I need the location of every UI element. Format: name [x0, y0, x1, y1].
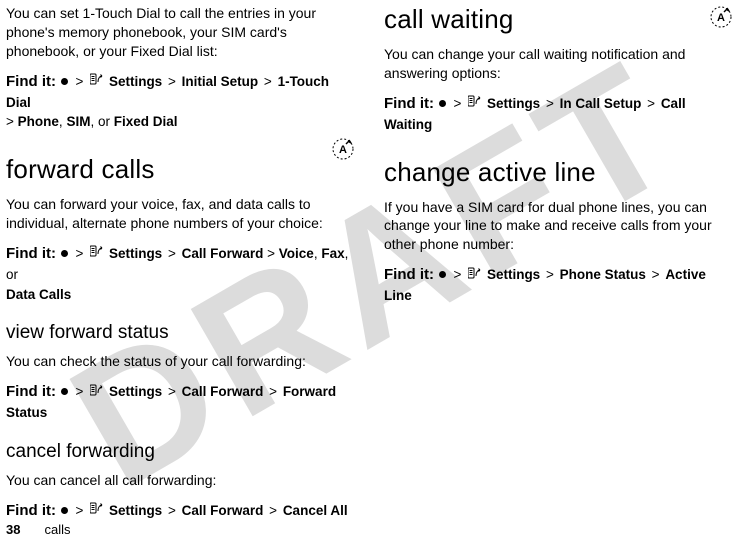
findit-label: Find it:: [6, 502, 56, 519]
sep: >: [76, 74, 84, 89]
feature-badge-icon: A: [708, 4, 734, 35]
findit-one-touch: Find it: > Settings > Initial Setup > 1-…: [6, 71, 356, 132]
settings-icon: [90, 71, 104, 91]
path-cancel-all: Cancel All: [283, 503, 348, 518]
path-settings: Settings: [109, 384, 162, 399]
cancel-forwarding-heading: cancel forwarding: [6, 441, 356, 463]
sep: >: [546, 267, 554, 282]
tail-fax: Fax: [321, 246, 344, 261]
path-call-forward: Call Forward: [182, 246, 264, 261]
sep: >: [269, 503, 277, 518]
path-settings: Settings: [487, 96, 540, 111]
path-initial-setup: Initial Setup: [182, 74, 259, 89]
svg-text:A: A: [339, 144, 347, 156]
settings-icon: [468, 93, 482, 113]
path-phone-status: Phone Status: [560, 267, 646, 282]
findit-call-waiting: Find it: > Settings > In Call Setup > Ca…: [384, 93, 734, 135]
view-forward-status-heading: view forward status: [6, 322, 356, 344]
call-waiting-intro: You can change your call waiting notific…: [384, 45, 734, 83]
findit-active-line: Find it: > Settings > Phone Status > Act…: [384, 264, 734, 306]
center-key-icon: [61, 250, 68, 257]
tail-sim: SIM: [66, 114, 90, 129]
findit-label: Find it:: [6, 245, 56, 262]
feature-badge-icon: A: [330, 136, 356, 167]
path-settings: Settings: [109, 74, 162, 89]
sep: >: [454, 267, 462, 282]
findit-label: Find it:: [384, 266, 434, 283]
settings-icon: [90, 500, 104, 520]
sep: >: [546, 96, 554, 111]
findit-label: Find it:: [384, 95, 434, 112]
tail-prefix: >: [6, 114, 14, 129]
center-key-icon: [61, 507, 68, 514]
center-key-icon: [439, 100, 446, 107]
path-settings: Settings: [109, 503, 162, 518]
center-key-icon: [61, 78, 68, 85]
settings-icon: [468, 265, 482, 285]
findit-call-forward: Find it: > Settings > Call Forward > Voi…: [6, 243, 356, 304]
forward-calls-intro: You can forward your voice, fax, and dat…: [6, 195, 356, 233]
settings-icon: [90, 243, 104, 263]
cancel-forwarding-intro: You can cancel all call forwarding:: [6, 471, 356, 490]
tail-phone: Phone: [18, 114, 59, 129]
findit-label: Find it:: [6, 383, 56, 400]
tail-sep: , or: [90, 114, 113, 129]
tail-prefix: >: [267, 246, 279, 261]
settings-icon: [90, 382, 104, 402]
forward-calls-heading: forward calls: [6, 154, 322, 185]
path-settings: Settings: [487, 267, 540, 282]
sep: >: [264, 74, 272, 89]
view-forward-status-intro: You can check the status of your call fo…: [6, 352, 356, 371]
sep: >: [168, 74, 176, 89]
right-column: call waiting A You can change your call …: [384, 4, 734, 537]
path-call-forward: Call Forward: [182, 384, 264, 399]
change-active-line-heading: change active line: [384, 157, 734, 188]
sep: >: [454, 96, 462, 111]
tail-fixed: Fixed Dial: [114, 114, 178, 129]
sep: >: [168, 503, 176, 518]
findit-forward-status: Find it: > Settings > Call Forward > For…: [6, 381, 356, 423]
sep: >: [168, 384, 176, 399]
path-in-call-setup: In Call Setup: [560, 96, 642, 111]
page-content: You can set 1-Touch Dial to call the ent…: [0, 0, 752, 547]
change-active-line-intro: If you have a SIM card for dual phone li…: [384, 198, 734, 255]
path-call-forward: Call Forward: [182, 503, 264, 518]
svg-text:A: A: [717, 12, 725, 24]
center-key-icon: [439, 271, 446, 278]
sep: >: [76, 503, 84, 518]
forward-calls-heading-row: forward calls A: [6, 136, 356, 195]
findit-label: Find it:: [6, 73, 56, 90]
tail-voice: Voice: [279, 246, 314, 261]
tail-data: Data Calls: [6, 287, 71, 302]
center-key-icon: [61, 388, 68, 395]
call-waiting-heading-row: call waiting A: [384, 4, 734, 45]
sep: >: [647, 96, 655, 111]
one-touch-intro: You can set 1-Touch Dial to call the ent…: [6, 4, 356, 61]
call-waiting-heading: call waiting: [384, 4, 700, 35]
left-column: You can set 1-Touch Dial to call the ent…: [6, 4, 356, 537]
sep: >: [269, 384, 277, 399]
findit-cancel-all: Find it: > Settings > Call Forward > Can…: [6, 500, 356, 522]
path-settings: Settings: [109, 246, 162, 261]
sep: >: [76, 246, 84, 261]
sep: >: [168, 246, 176, 261]
sep: >: [76, 384, 84, 399]
sep: >: [652, 267, 660, 282]
